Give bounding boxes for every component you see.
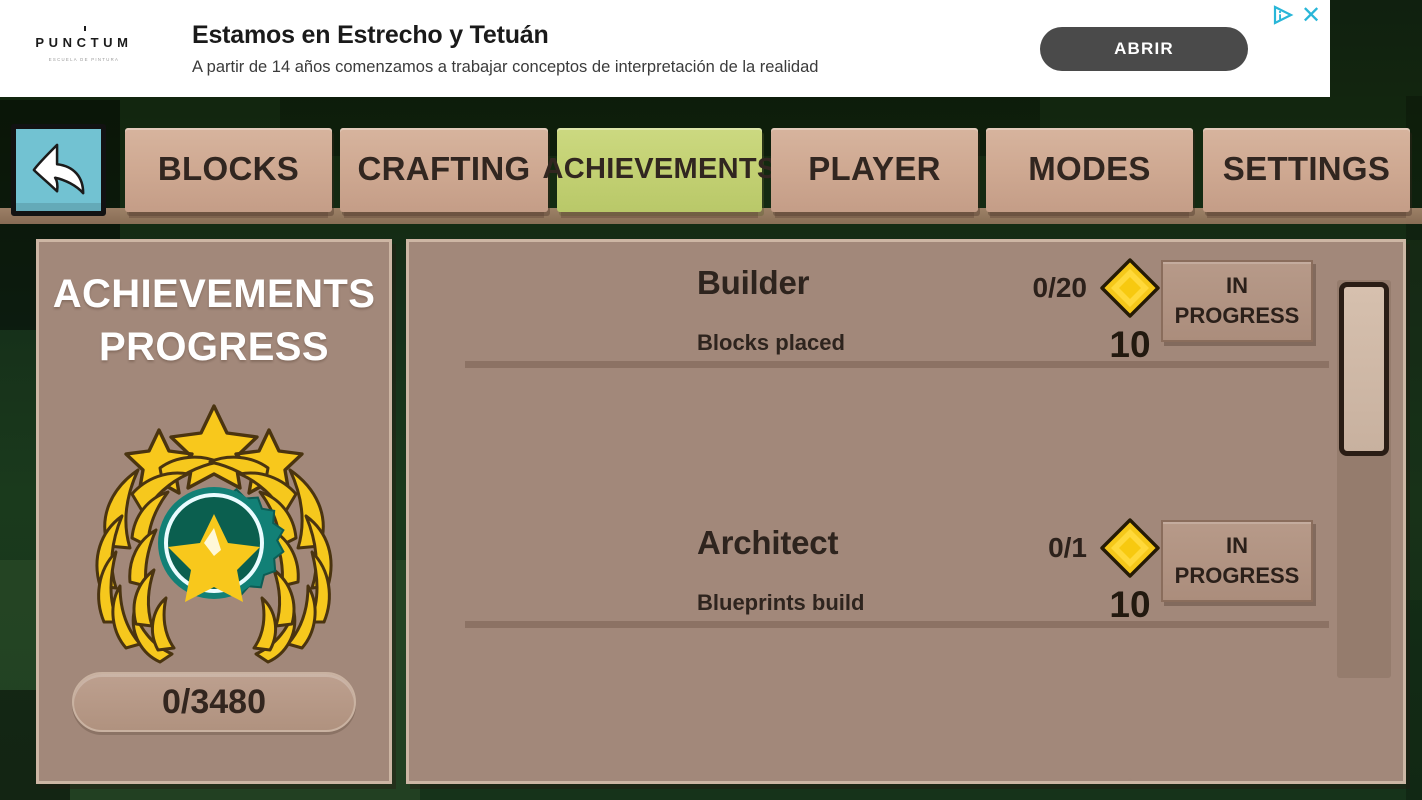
row-divider [465, 361, 1329, 368]
tab-crafting[interactable]: CRAFTING [340, 128, 548, 218]
status-line-1: IN [1226, 273, 1248, 298]
ad-headline: Estamos en Estrecho y Tetuán [192, 20, 549, 49]
achievement-row[interactable]: Builder Blocks placed 0/20 10 IN PROGRES… [409, 242, 1329, 372]
back-arrow-icon [32, 143, 84, 195]
ad-cta-button[interactable]: ABRIR [1040, 26, 1248, 71]
advertiser-brand-name: PUNCTUM [35, 26, 132, 50]
list-scrollbar[interactable] [1337, 280, 1391, 678]
achievement-title: Architect [697, 524, 839, 561]
status-line-2: PROGRESS [1174, 563, 1300, 588]
achievements-progress-panel: ACHIEVEMENTS PROGRESS 0/3480 [36, 239, 392, 784]
achievement-status-button[interactable]: IN PROGRESS [1161, 780, 1313, 781]
gem-icon [1126, 778, 1134, 781]
tab-player[interactable]: PLAYER [771, 128, 978, 218]
tab-settings-label: SETTINGS [1222, 150, 1391, 187]
tab-player-label: PLAYER [808, 150, 941, 187]
tab-settings[interactable]: SETTINGS [1203, 128, 1410, 218]
progress-panel-title: ACHIEVEMENTS PROGRESS [39, 268, 389, 374]
tab-blocks[interactable]: BLOCKS [125, 128, 332, 218]
tab-achievements[interactable]: ACHIEVEMENTS [543, 128, 776, 218]
achievement-row[interactable]: Explorer Chests Found 0/1 10 IN PROGRESS [409, 762, 1329, 781]
tab-modes[interactable]: MODES [986, 128, 1193, 218]
achievement-row[interactable]: Architect Blueprints build 0/1 10 IN PRO… [409, 502, 1329, 632]
advertiser-logo: PUNCTUM ESCUELA DE PINTURA [0, 0, 168, 97]
achievements-list-panel: Builder Blocks placed 0/20 10 IN PROGRES… [406, 239, 1406, 784]
achievement-count: 0/1 [1048, 532, 1087, 563]
ad-text-block: Estamos en Estrecho y Tetuán A partir de… [168, 21, 1040, 77]
status-line-1: IN [1226, 533, 1248, 558]
tab-achievements-label: ACHIEVEMENTS [542, 152, 777, 185]
row-divider [465, 621, 1329, 628]
ad-close-icon[interactable]: ✕ [1298, 3, 1324, 29]
back-button[interactable] [11, 124, 106, 216]
gem-icon [1100, 258, 1160, 318]
tab-modes-label: MODES [1028, 150, 1151, 187]
gem-icon [1100, 518, 1160, 578]
ad-banner[interactable]: PUNCTUM ESCUELA DE PINTURA Estamos en Es… [0, 0, 1330, 97]
tab-crafting-label: CRAFTING [357, 150, 531, 187]
achievements-rows: Builder Blocks placed 0/20 10 IN PROGRES… [409, 242, 1329, 781]
medal-emblem-icon [95, 404, 333, 664]
achievement-title: Builder [697, 264, 810, 301]
tab-blocks-label: BLOCKS [157, 150, 300, 187]
achievement-count: 0/20 [1032, 272, 1088, 303]
total-progress-counter: 0/3480 [72, 672, 356, 732]
achievement-status-button[interactable]: IN PROGRESS [1161, 260, 1313, 342]
progress-panel-title-line2: PROGRESS [99, 325, 329, 369]
ad-description: A partir de 14 años comenzamos a trabaja… [192, 57, 819, 76]
achievement-subtitle: Blueprints build [697, 590, 865, 615]
adchoices-icon[interactable] [1272, 4, 1296, 28]
progress-panel-title-line1: ACHIEVEMENTS [52, 272, 376, 316]
status-line-2: PROGRESS [1174, 303, 1300, 328]
tab-bar: BLOCKS CRAFTING ACHIEVEMENTS PLAYER MODE… [0, 118, 1422, 220]
advertiser-tagline: ESCUELA DE PINTURA [48, 57, 120, 62]
achievement-subtitle: Blocks placed [697, 330, 845, 355]
scrollbar-thumb[interactable] [1339, 282, 1389, 456]
achievement-status-button[interactable]: IN PROGRESS [1161, 520, 1313, 602]
